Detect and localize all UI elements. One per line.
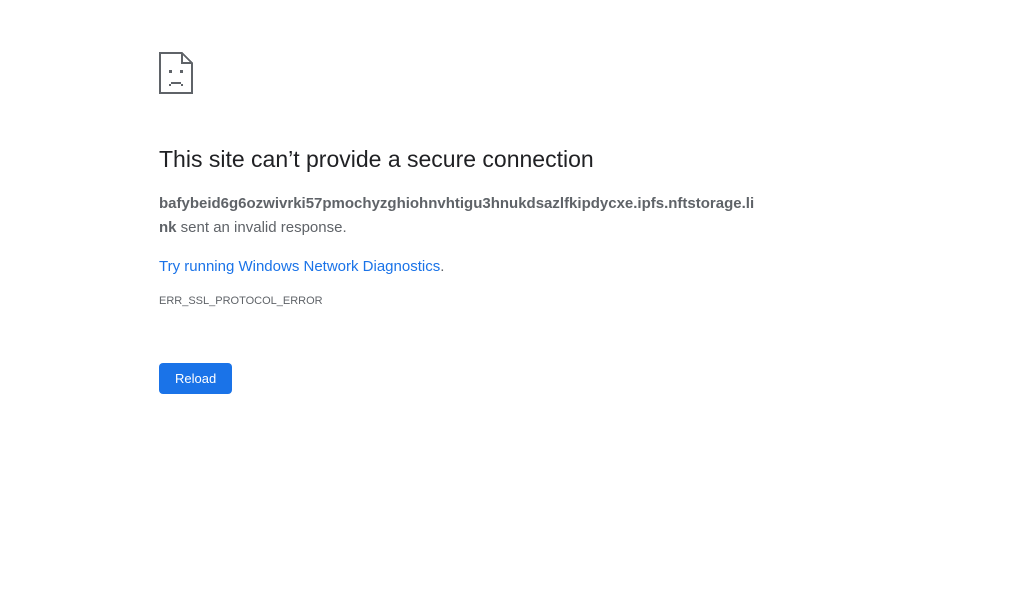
error-code: ERR_SSL_PROTOCOL_ERROR xyxy=(159,295,323,307)
error-suggestion: Try running Windows Network Diagnostics. xyxy=(159,255,759,279)
sad-document-icon xyxy=(159,52,193,94)
network-diagnostics-link[interactable]: Try running Windows Network Diagnostics xyxy=(159,258,440,275)
suggestion-suffix: . xyxy=(440,258,445,275)
error-title: This site can’t provide a secure connect… xyxy=(159,146,594,172)
reload-button[interactable]: Reload xyxy=(159,363,233,394)
error-summary: bafybeid6g6ozwivrki57pmochyzghiohnvhtigu… xyxy=(159,192,759,240)
error-summary-suffix: sent an invalid response. xyxy=(176,219,347,236)
error-page: This site can’t provide a secure connect… xyxy=(159,52,759,394)
